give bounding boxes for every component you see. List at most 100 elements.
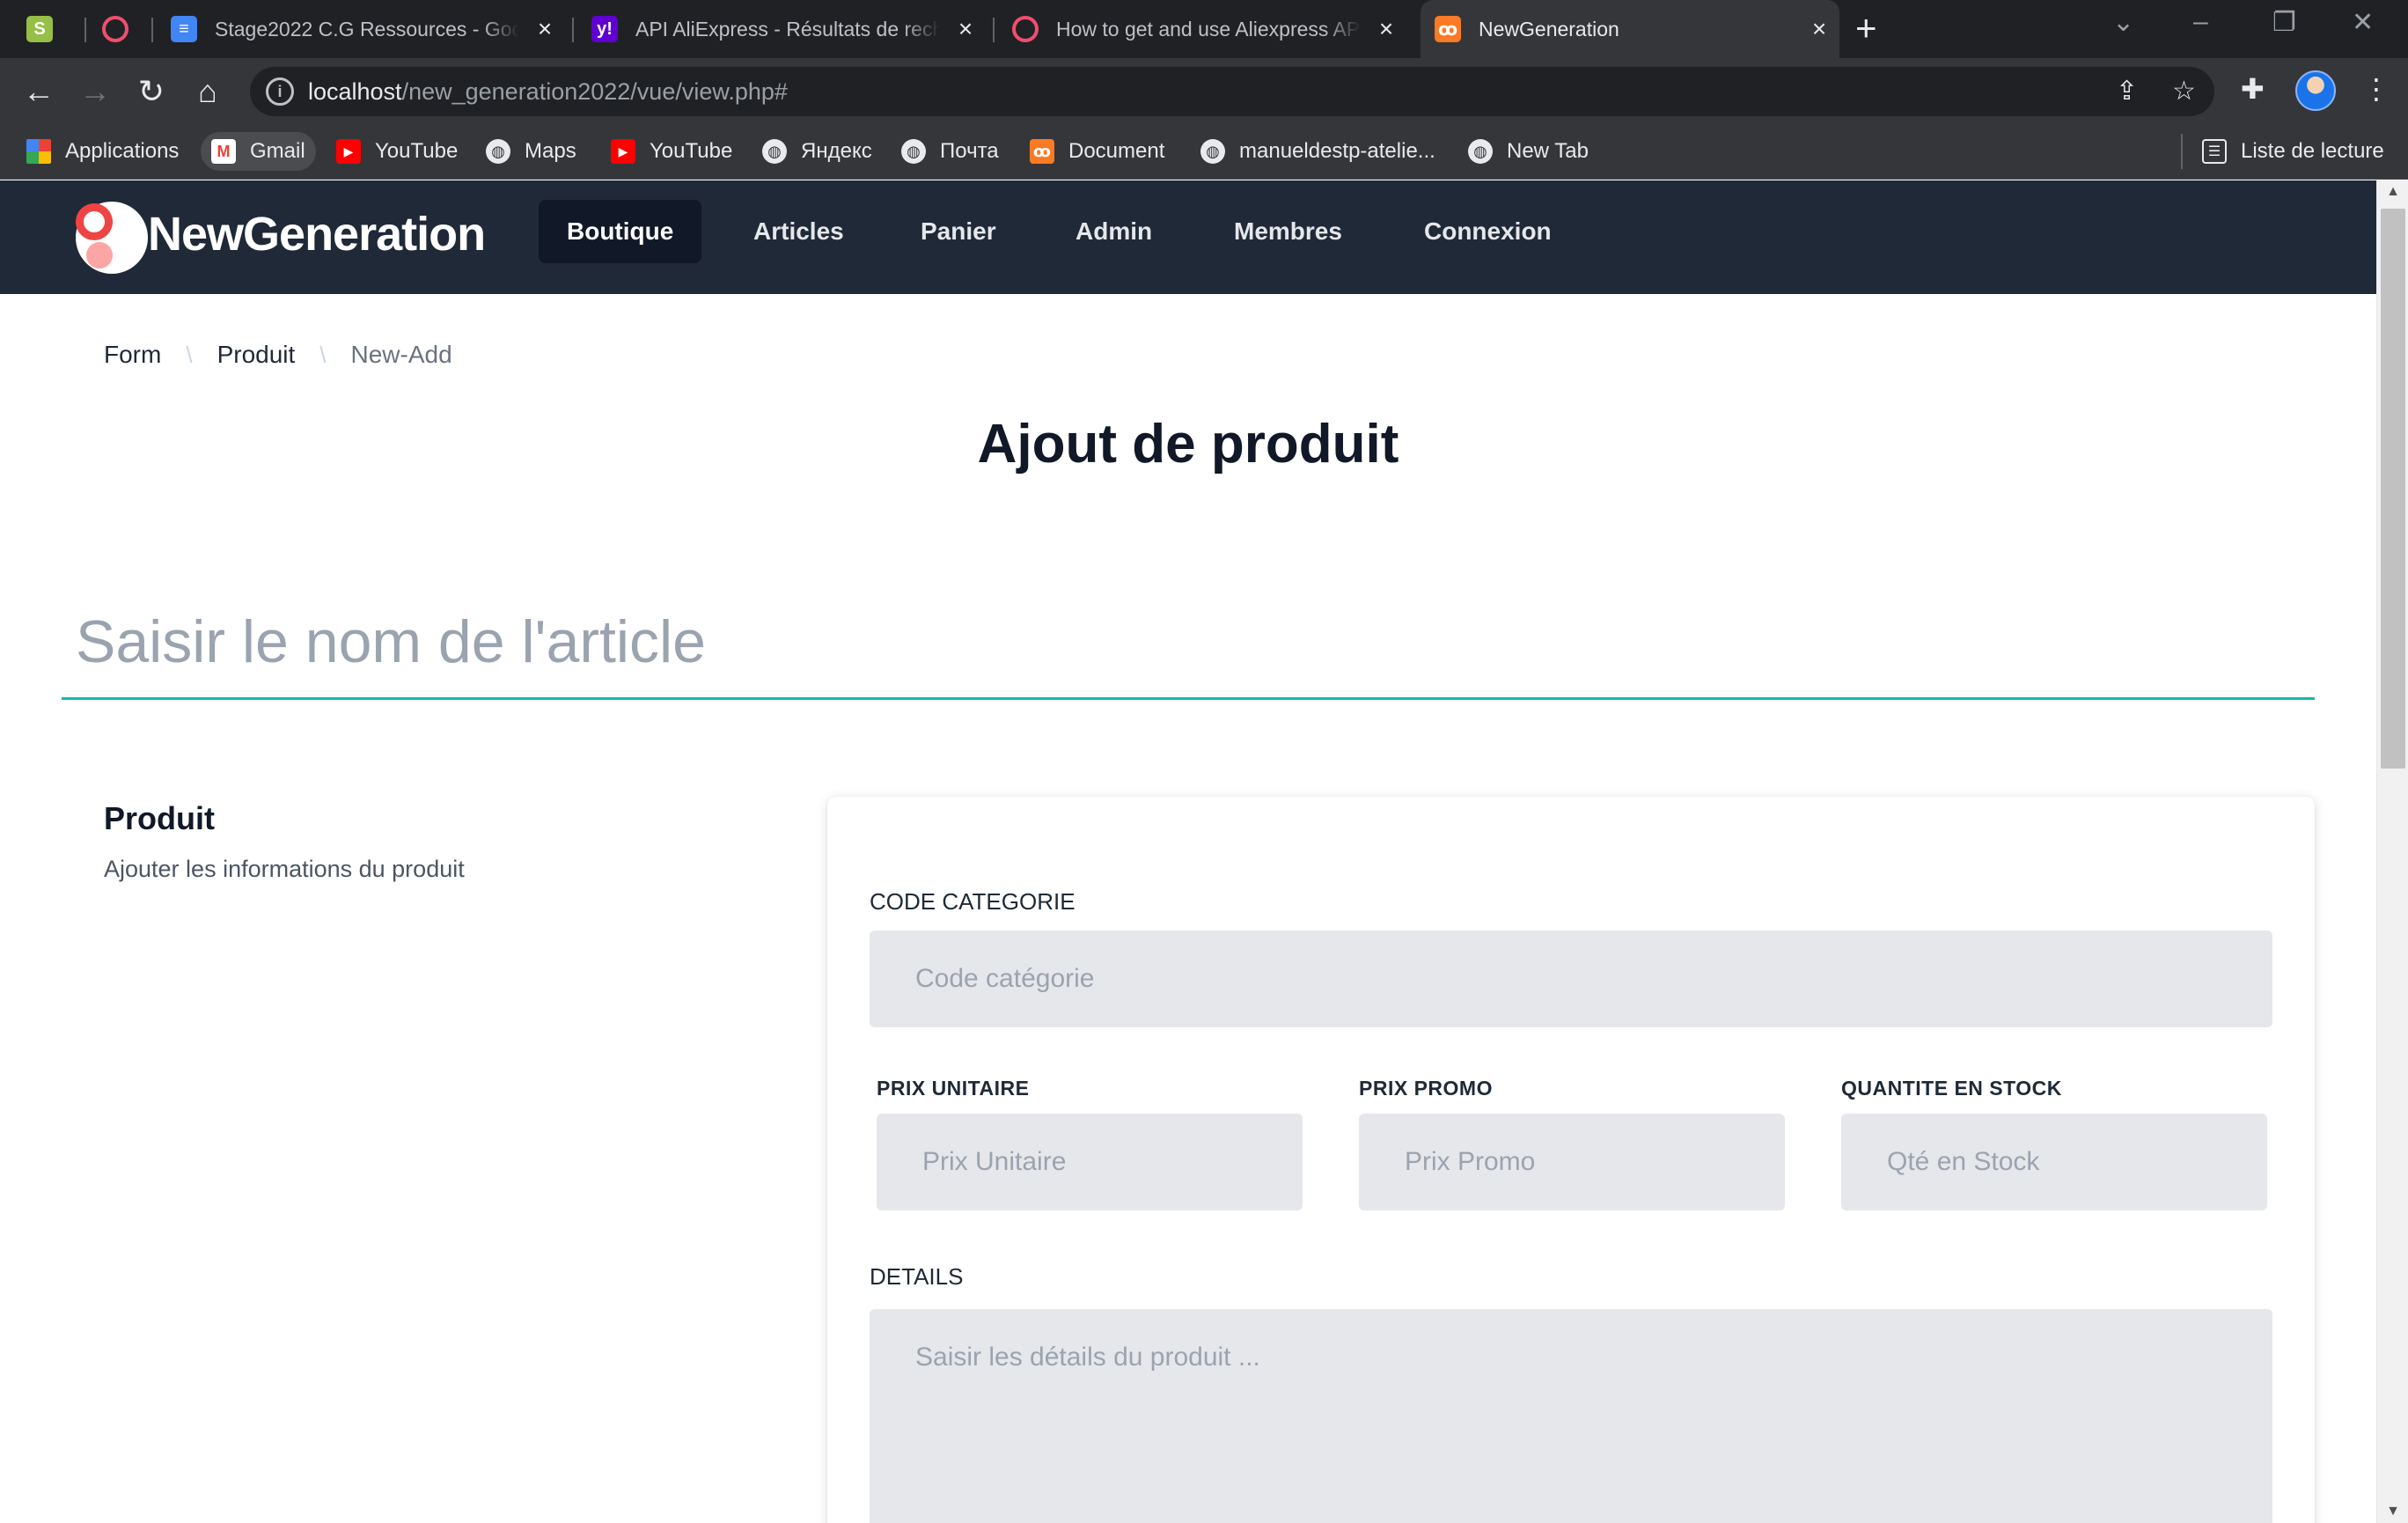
home-icon[interactable]: ⌂ — [187, 70, 229, 113]
bookmark-yandex[interactable]: ◍ Яндекс — [752, 132, 883, 171]
brand-logo[interactable] — [76, 202, 148, 274]
bookmark-manueldestp[interactable]: ◍ manueldestp-atelie... — [1190, 132, 1446, 171]
address-bar[interactable]: i localhost/new_generation2022/vue/view.… — [250, 67, 2214, 116]
kebab-menu-icon[interactable]: ⋮ — [2362, 72, 2390, 106]
code-categorie-input[interactable] — [870, 931, 2272, 1027]
bookmark-youtube[interactable]: ▶ YouTube — [600, 132, 743, 171]
scrollbar-thumb[interactable] — [2381, 209, 2405, 769]
bookmark-gmail[interactable]: M Gmail — [201, 132, 316, 171]
google-docs-icon: ≡ — [171, 16, 197, 42]
article-name-input[interactable] — [62, 585, 2315, 700]
nav-admin[interactable]: Admin — [1047, 200, 1180, 263]
brand-name[interactable]: NewGeneration — [148, 207, 486, 261]
bookmark-label: Gmail — [250, 139, 305, 163]
bookmark-label: Почта — [940, 139, 999, 163]
prix-promo-input[interactable] — [1359, 1114, 1785, 1210]
globe-icon: ◍ — [901, 139, 926, 164]
xampp-icon: ꝏ — [1030, 139, 1054, 164]
close-tab-icon[interactable]: × — [952, 15, 979, 43]
breadcrumb: Form \ Produit \ New-Add — [104, 341, 452, 369]
globe-icon: ◍ — [762, 139, 787, 164]
bookmark-maps[interactable]: ◍ Maps — [475, 132, 587, 171]
bookmark-star-icon[interactable]: ☆ — [2172, 76, 2196, 107]
url-host: localhost — [308, 78, 402, 105]
nav-membres[interactable]: Membres — [1206, 200, 1370, 263]
share-icon[interactable]: ⇪ — [2116, 76, 2138, 107]
tab-title: Stage2022 C.G Ressources - Google Docs — [215, 17, 519, 40]
tab-title: API AliExpress - Résultats de recherche — [635, 17, 940, 40]
bookmarks-separator — [2181, 134, 2183, 169]
profile-avatar[interactable] — [2295, 70, 2336, 111]
bookmark-label: manueldestp-atelie... — [1239, 139, 1435, 163]
site-info-icon[interactable]: i — [266, 77, 294, 106]
tab-pinned-clock[interactable] — [102, 0, 146, 58]
prix-unitaire-input[interactable] — [877, 1114, 1303, 1210]
tab-clock-icon — [102, 16, 128, 42]
tab-newgeneration[interactable]: ꝏ NewGeneration × — [1421, 0, 1839, 58]
bookmark-label: Applications — [65, 139, 180, 163]
nav-boutique[interactable]: Boutique — [539, 200, 702, 263]
nav-panier[interactable]: Panier — [892, 200, 1024, 263]
tab-google-docs[interactable]: ≡ Stage2022 C.G Ressources - Google Docs… — [171, 0, 558, 58]
reading-list-icon: ☰ — [2202, 139, 2227, 164]
product-form-card: CODE CATEGORIE PRIX UNITAIRE PRIX PROMO … — [827, 797, 2315, 1523]
tab-yahoo-search[interactable]: y! API AliExpress - Résultats de recherc… — [591, 0, 979, 58]
breadcrumb-separator: \ — [319, 341, 327, 368]
details-textarea[interactable] — [870, 1309, 2272, 1523]
bookmark-label: Maps — [525, 139, 576, 163]
prix-unitaire-label: PRIX UNITAIRE — [877, 1077, 1030, 1100]
bookmark-label: Document — [1068, 139, 1165, 163]
nav-articles[interactable]: Articles — [725, 200, 872, 263]
bookmark-document[interactable]: ꝏ Document — [1019, 132, 1175, 171]
globe-icon: ◍ — [486, 139, 510, 164]
breadcrumb-form[interactable]: Form — [104, 341, 161, 369]
section-title: Produit — [104, 800, 215, 836]
close-window-icon[interactable]: ✕ — [2352, 7, 2374, 38]
tab-title: How to get and use Aliexpress API — [1056, 17, 1361, 40]
tab-separator — [151, 18, 153, 42]
scroll-up-arrow-icon[interactable]: ▲ — [2377, 184, 2408, 200]
tab-aliexpress-api[interactable]: How to get and use Aliexpress API × — [1012, 0, 1399, 58]
bookmark-new-tab[interactable]: ◍ New Tab — [1457, 132, 1599, 171]
details-label: DETAILS — [870, 1263, 964, 1290]
extensions-puzzle-icon[interactable]: ✚ — [2241, 72, 2265, 106]
reading-list-button[interactable]: ☰ Liste de lecture — [2191, 132, 2395, 171]
reload-icon[interactable]: ↻ — [130, 70, 173, 113]
close-tab-icon[interactable]: × — [1806, 15, 1832, 43]
tab-title: NewGeneration — [1479, 17, 1619, 40]
apps-grid-icon — [26, 139, 51, 164]
code-categorie-label: CODE CATEGORIE — [870, 888, 1076, 915]
browser-tabstrip: S ≡ Stage2022 C.G Ressources - Google Do… — [0, 0, 2408, 58]
globe-icon: ◍ — [1468, 139, 1493, 164]
close-tab-icon[interactable]: × — [532, 15, 558, 43]
new-tab-icon[interactable]: + — [1855, 7, 1877, 49]
minimize-icon[interactable]: – — [2193, 7, 2208, 37]
url-path: /new_generation2022/vue/view.php# — [401, 78, 788, 105]
youtube-icon: ▶ — [611, 139, 635, 164]
tab-separator — [993, 18, 995, 42]
close-tab-icon[interactable]: × — [1373, 15, 1399, 43]
restore-icon[interactable]: ❐ — [2272, 7, 2296, 38]
gmail-icon: M — [211, 139, 236, 164]
scroll-down-arrow-icon[interactable]: ▼ — [2377, 1504, 2408, 1519]
bookmark-pochta[interactable]: ◍ Почта — [891, 132, 1009, 171]
page-scrollbar[interactable]: ▲ ▼ — [2376, 180, 2408, 1523]
shopify-icon: S — [26, 16, 53, 42]
tab-separator — [572, 18, 574, 42]
forward-arrow-icon[interactable]: → — [74, 70, 116, 113]
bookmark-label: YouTube — [375, 139, 459, 163]
bookmark-youtube[interactable]: ▶ YouTube — [326, 132, 468, 171]
back-arrow-icon[interactable]: ← — [18, 70, 60, 113]
breadcrumb-current: New-Add — [350, 341, 452, 368]
tab-separator — [84, 18, 86, 42]
browser-toolbar: ← → ↻ ⌂ i localhost/new_generation2022/v… — [0, 58, 2408, 125]
quantite-stock-input[interactable] — [1841, 1114, 2267, 1210]
nav-connexion[interactable]: Connexion — [1396, 200, 1580, 263]
section-description: Ajouter les informations du produit — [104, 856, 465, 882]
page-viewport: NewGeneration Boutique Articles Panier A… — [0, 180, 2376, 1523]
page-title: Ajout de produit — [977, 414, 1399, 475]
breadcrumb-produit[interactable]: Produit — [217, 341, 296, 369]
tab-search-chevron-icon[interactable]: ⌄ — [2112, 7, 2134, 38]
bookmark-applications[interactable]: Applications — [16, 132, 189, 171]
tab-shopify[interactable]: S — [26, 0, 70, 58]
